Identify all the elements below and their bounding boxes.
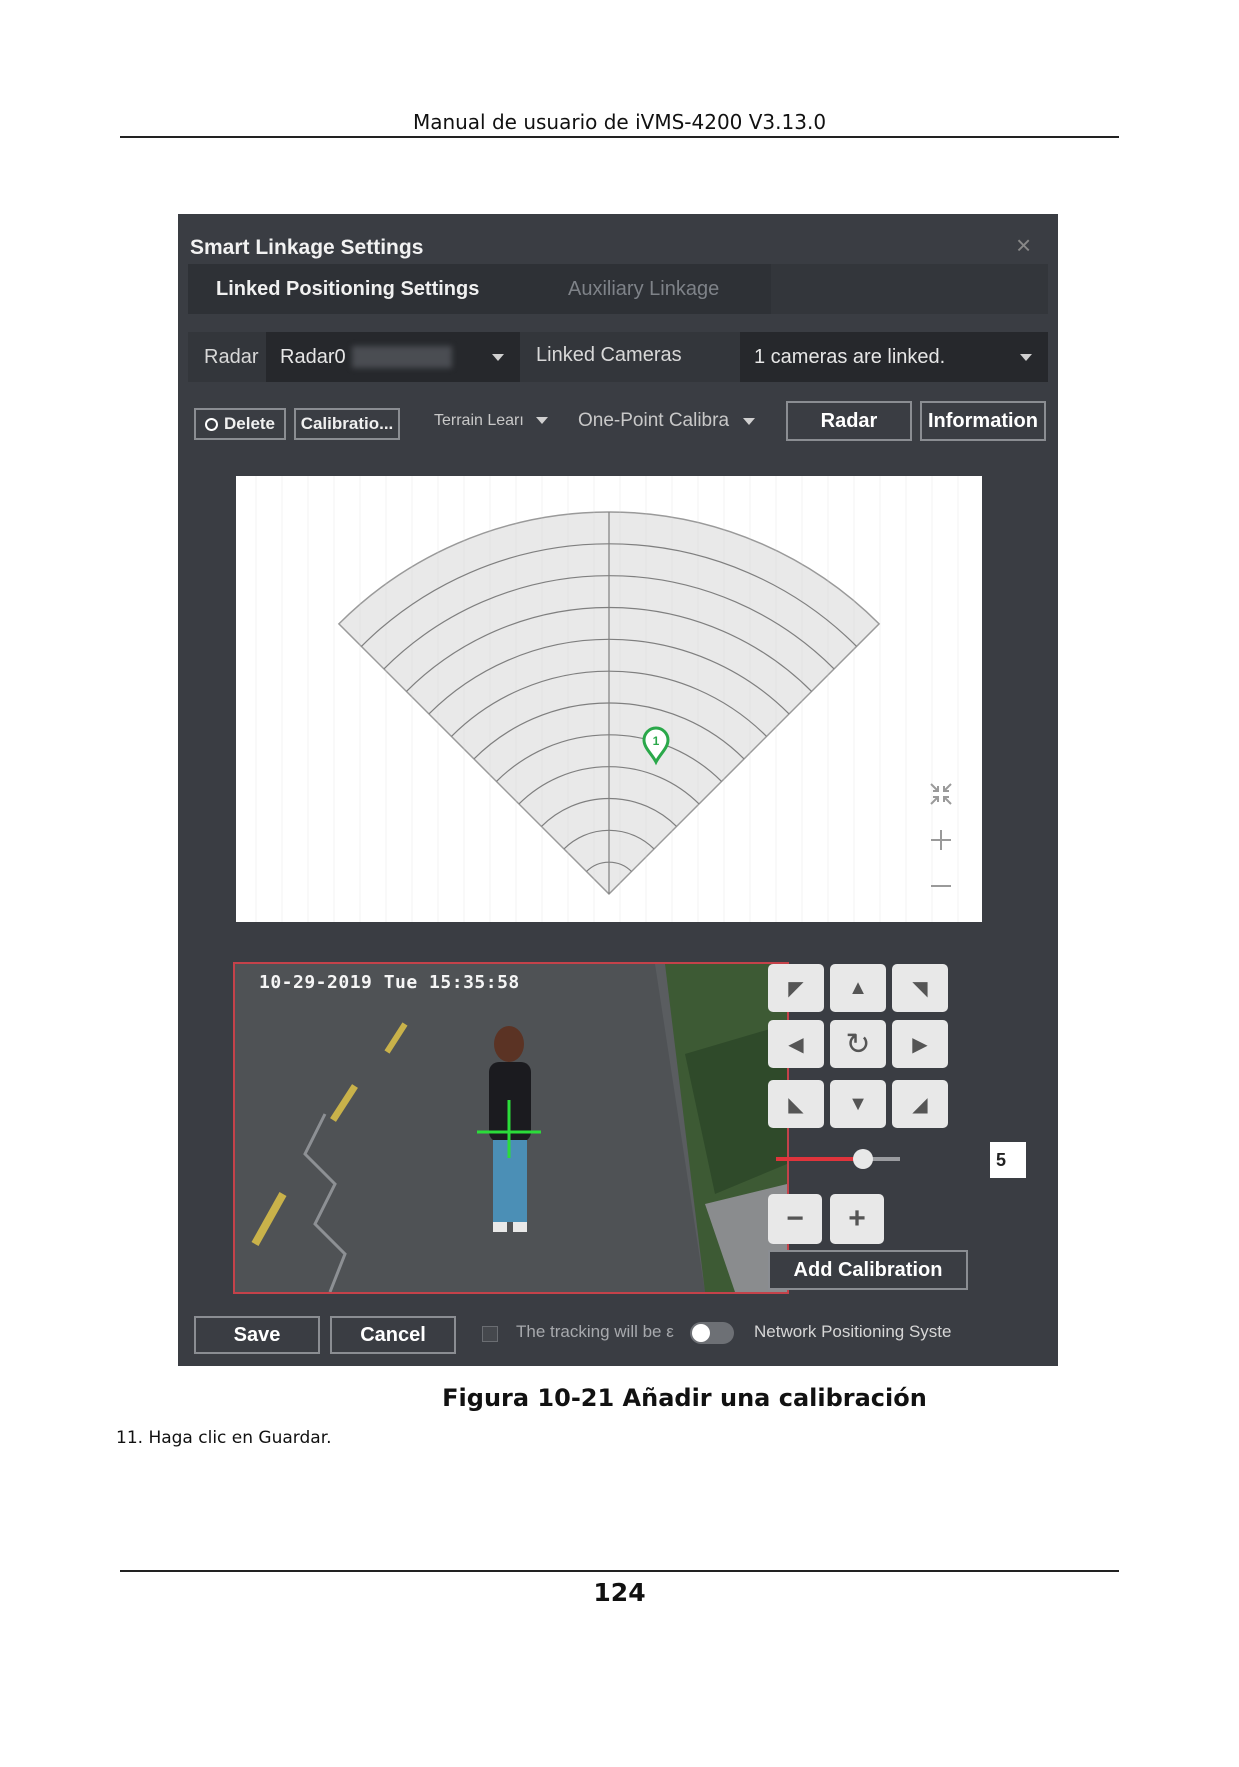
- arrow-up-right-icon: ◥: [912, 977, 928, 1000]
- refresh-icon: ↻: [845, 1027, 871, 1061]
- delete-button[interactable]: Delete: [194, 408, 286, 440]
- smart-linkage-dialog: Smart Linkage Settings × Linked Position…: [178, 214, 1058, 1366]
- linked-cameras-label: Linked Cameras: [536, 344, 682, 366]
- radar-label: Radar: [204, 346, 259, 368]
- ptz-down-button[interactable]: ▼: [830, 1080, 886, 1128]
- tab-linked-positioning[interactable]: Linked Positioning Settings Auxiliary Li…: [188, 264, 771, 314]
- footer-rule: [120, 1570, 1119, 1572]
- zoom-in-button[interactable]: +: [830, 1194, 884, 1244]
- add-calibration-button[interactable]: Add Calibration: [768, 1250, 968, 1290]
- arrow-up-icon: ▲: [848, 976, 868, 999]
- collapse-icon[interactable]: [930, 783, 952, 805]
- delete-circle-icon: [204, 418, 218, 432]
- video-timestamp: 10-29-2019 Tue 15:35:58: [259, 972, 520, 993]
- delete-button-label: Delete: [223, 414, 276, 433]
- arrow-down-left-icon: ◣: [788, 1093, 804, 1116]
- radar-map[interactable]: 1: [236, 476, 982, 922]
- save-button[interactable]: Save: [194, 1316, 320, 1354]
- radar-button[interactable]: Radar: [786, 401, 912, 441]
- toggle-knob: [692, 1324, 710, 1342]
- one-point-dropdown-label: One-Point Calibra: [578, 410, 730, 431]
- tracking-text: The tracking will be ε: [516, 1322, 674, 1341]
- ptz-right-button[interactable]: ▶: [892, 1020, 948, 1068]
- terrain-dropdown-label: Terrain Learı: [434, 412, 524, 429]
- ptz-down-right-button[interactable]: ◢: [892, 1080, 948, 1128]
- information-button[interactable]: Information: [920, 401, 1046, 441]
- tab-linked-label: Linked Positioning Settings: [216, 278, 480, 300]
- ptz-up-button[interactable]: ▲: [830, 964, 886, 1012]
- toggle-switch-icon[interactable]: [690, 1322, 734, 1344]
- cancel-button[interactable]: Cancel: [330, 1316, 456, 1354]
- linked-cameras-value: 1 cameras are linked.: [754, 346, 946, 368]
- arrow-right-icon: ▶: [912, 1033, 928, 1056]
- ptz-left-button[interactable]: ◀: [768, 1020, 824, 1068]
- step-text: 11. Haga clic en Guardar.: [116, 1428, 332, 1448]
- checkbox-icon[interactable]: [482, 1326, 498, 1342]
- ptz-up-left-button[interactable]: ◤: [768, 964, 824, 1012]
- speed-value-box[interactable]: 5: [990, 1142, 1026, 1178]
- arrow-down-icon: ▼: [848, 1092, 868, 1115]
- radar-select[interactable]: Radar0: [266, 332, 520, 382]
- ptz-up-right-button[interactable]: ◥: [892, 964, 948, 1012]
- radar-select-value: Radar0: [280, 346, 346, 368]
- minus-icon: −: [786, 1202, 804, 1235]
- slider-fill: [776, 1157, 863, 1161]
- caret-down-icon: [492, 354, 504, 361]
- arrow-up-left-icon: ◤: [788, 977, 804, 1000]
- figure-caption: Figura 10-21 Añadir una calibración: [442, 1384, 927, 1412]
- linked-cameras-select[interactable]: 1 cameras are linked.: [740, 332, 1048, 382]
- zoom-in-icon[interactable]: [931, 830, 951, 850]
- device-row: Radar Radar0 Linked Cameras 1 cameras ar…: [188, 332, 1048, 382]
- tab-auxiliary-linkage[interactable]: Auxiliary Linkage: [568, 278, 719, 301]
- slider-knob[interactable]: [852, 1149, 873, 1169]
- ptz-auto-button[interactable]: ↻: [830, 1020, 886, 1068]
- zoom-out-button[interactable]: −: [768, 1194, 822, 1244]
- live-video-preview[interactable]: 10-29-2019 Tue 15:35:58: [233, 962, 789, 1294]
- network-positioning-text: Network Positioning Syste: [754, 1322, 952, 1341]
- caret-down-icon: [743, 418, 756, 426]
- terrain-learning-dropdown[interactable]: Terrain Learı: [434, 412, 549, 430]
- arrow-left-icon: ◀: [788, 1033, 804, 1056]
- dialog-title: Smart Linkage Settings: [190, 236, 424, 259]
- caret-down-icon: [1020, 354, 1032, 361]
- marker-label: 1: [653, 734, 660, 748]
- page-number: 124: [593, 1578, 646, 1607]
- caret-down-icon: [536, 417, 549, 425]
- close-icon[interactable]: ×: [1016, 230, 1031, 261]
- video-scene: [235, 964, 787, 1292]
- calibration-button[interactable]: Calibratio...: [294, 408, 400, 440]
- blurred-region: [352, 346, 452, 368]
- radar-coverage-fan: 1: [255, 476, 959, 922]
- ptz-down-left-button[interactable]: ◣: [768, 1080, 824, 1128]
- header-rule: [120, 136, 1119, 138]
- page-header: Manual de usuario de iVMS-4200 V3.13.0: [412, 110, 827, 134]
- plus-icon: +: [848, 1202, 866, 1235]
- one-point-calibration-dropdown[interactable]: One-Point Calibra: [578, 410, 756, 432]
- tab-bar: Linked Positioning Settings Auxiliary Li…: [188, 264, 1048, 314]
- arrow-down-right-icon: ◢: [912, 1093, 928, 1116]
- speed-slider[interactable]: [776, 1148, 900, 1170]
